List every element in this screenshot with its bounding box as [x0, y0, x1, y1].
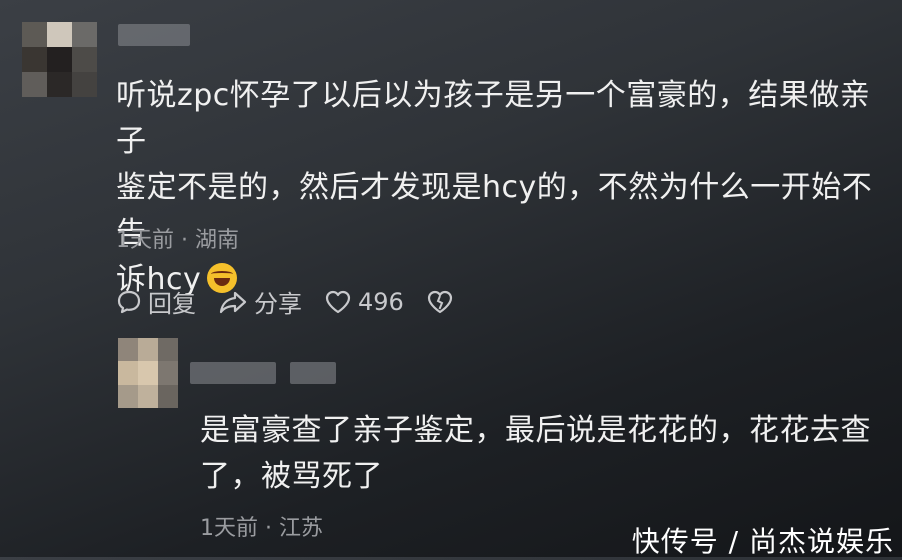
- comment-1-text: 听说zpc怀孕了以后以为孩子是另一个富豪的，结果做亲子 鉴定不是的，然后才发现是…: [116, 73, 896, 303]
- speech-bubble-icon: [117, 290, 141, 313]
- comment-1-actions: 回复 分享 496: [116, 284, 482, 319]
- username-blurred-2a[interactable]: [190, 362, 276, 384]
- watermark: 快传号 / 尚杰说娱乐: [631, 525, 894, 558]
- broken-heart-icon: [427, 290, 452, 313]
- comment-2-time: 1天前: [200, 516, 258, 541]
- share-label: 分享: [254, 290, 302, 318]
- comment-1-time: 1天前: [116, 228, 174, 253]
- reply-label: 回复: [148, 290, 196, 318]
- comment-1-meta: 1天前 · 湖南: [116, 222, 239, 254]
- avatar-commenter-2[interactable]: [118, 338, 178, 408]
- like-count: 496: [358, 287, 404, 316]
- comment-1-location: 湖南: [195, 228, 240, 253]
- comment-2-line-2: 了，被骂死了: [200, 459, 383, 494]
- meta-separator: ·: [181, 228, 188, 253]
- comment-2-text: 是富豪查了亲子鉴定，最后说是花花的，花花去查 了，被骂死了: [200, 408, 890, 500]
- meta-separator: ·: [265, 516, 272, 541]
- like-button[interactable]: 496: [324, 288, 404, 316]
- share-arrow-icon: [219, 291, 247, 313]
- comment-2-location: 江苏: [279, 516, 324, 541]
- dislike-button[interactable]: [426, 289, 460, 315]
- username-blurred-2b[interactable]: [290, 362, 336, 384]
- comment-2-line-1: 是富豪查了亲子鉴定，最后说是花花的，花花去查: [200, 413, 871, 448]
- comment-1-line-1: 听说zpc怀孕了以后以为孩子是另一个富豪的，结果做亲子: [116, 78, 871, 159]
- reply-button[interactable]: 回复: [116, 284, 196, 319]
- heart-icon: [325, 290, 351, 313]
- username-blurred-1[interactable]: [118, 24, 190, 46]
- comment-2-meta: 1天前 · 江苏: [200, 510, 323, 542]
- avatar-commenter-1[interactable]: [22, 22, 97, 97]
- share-button[interactable]: 分享: [218, 284, 302, 319]
